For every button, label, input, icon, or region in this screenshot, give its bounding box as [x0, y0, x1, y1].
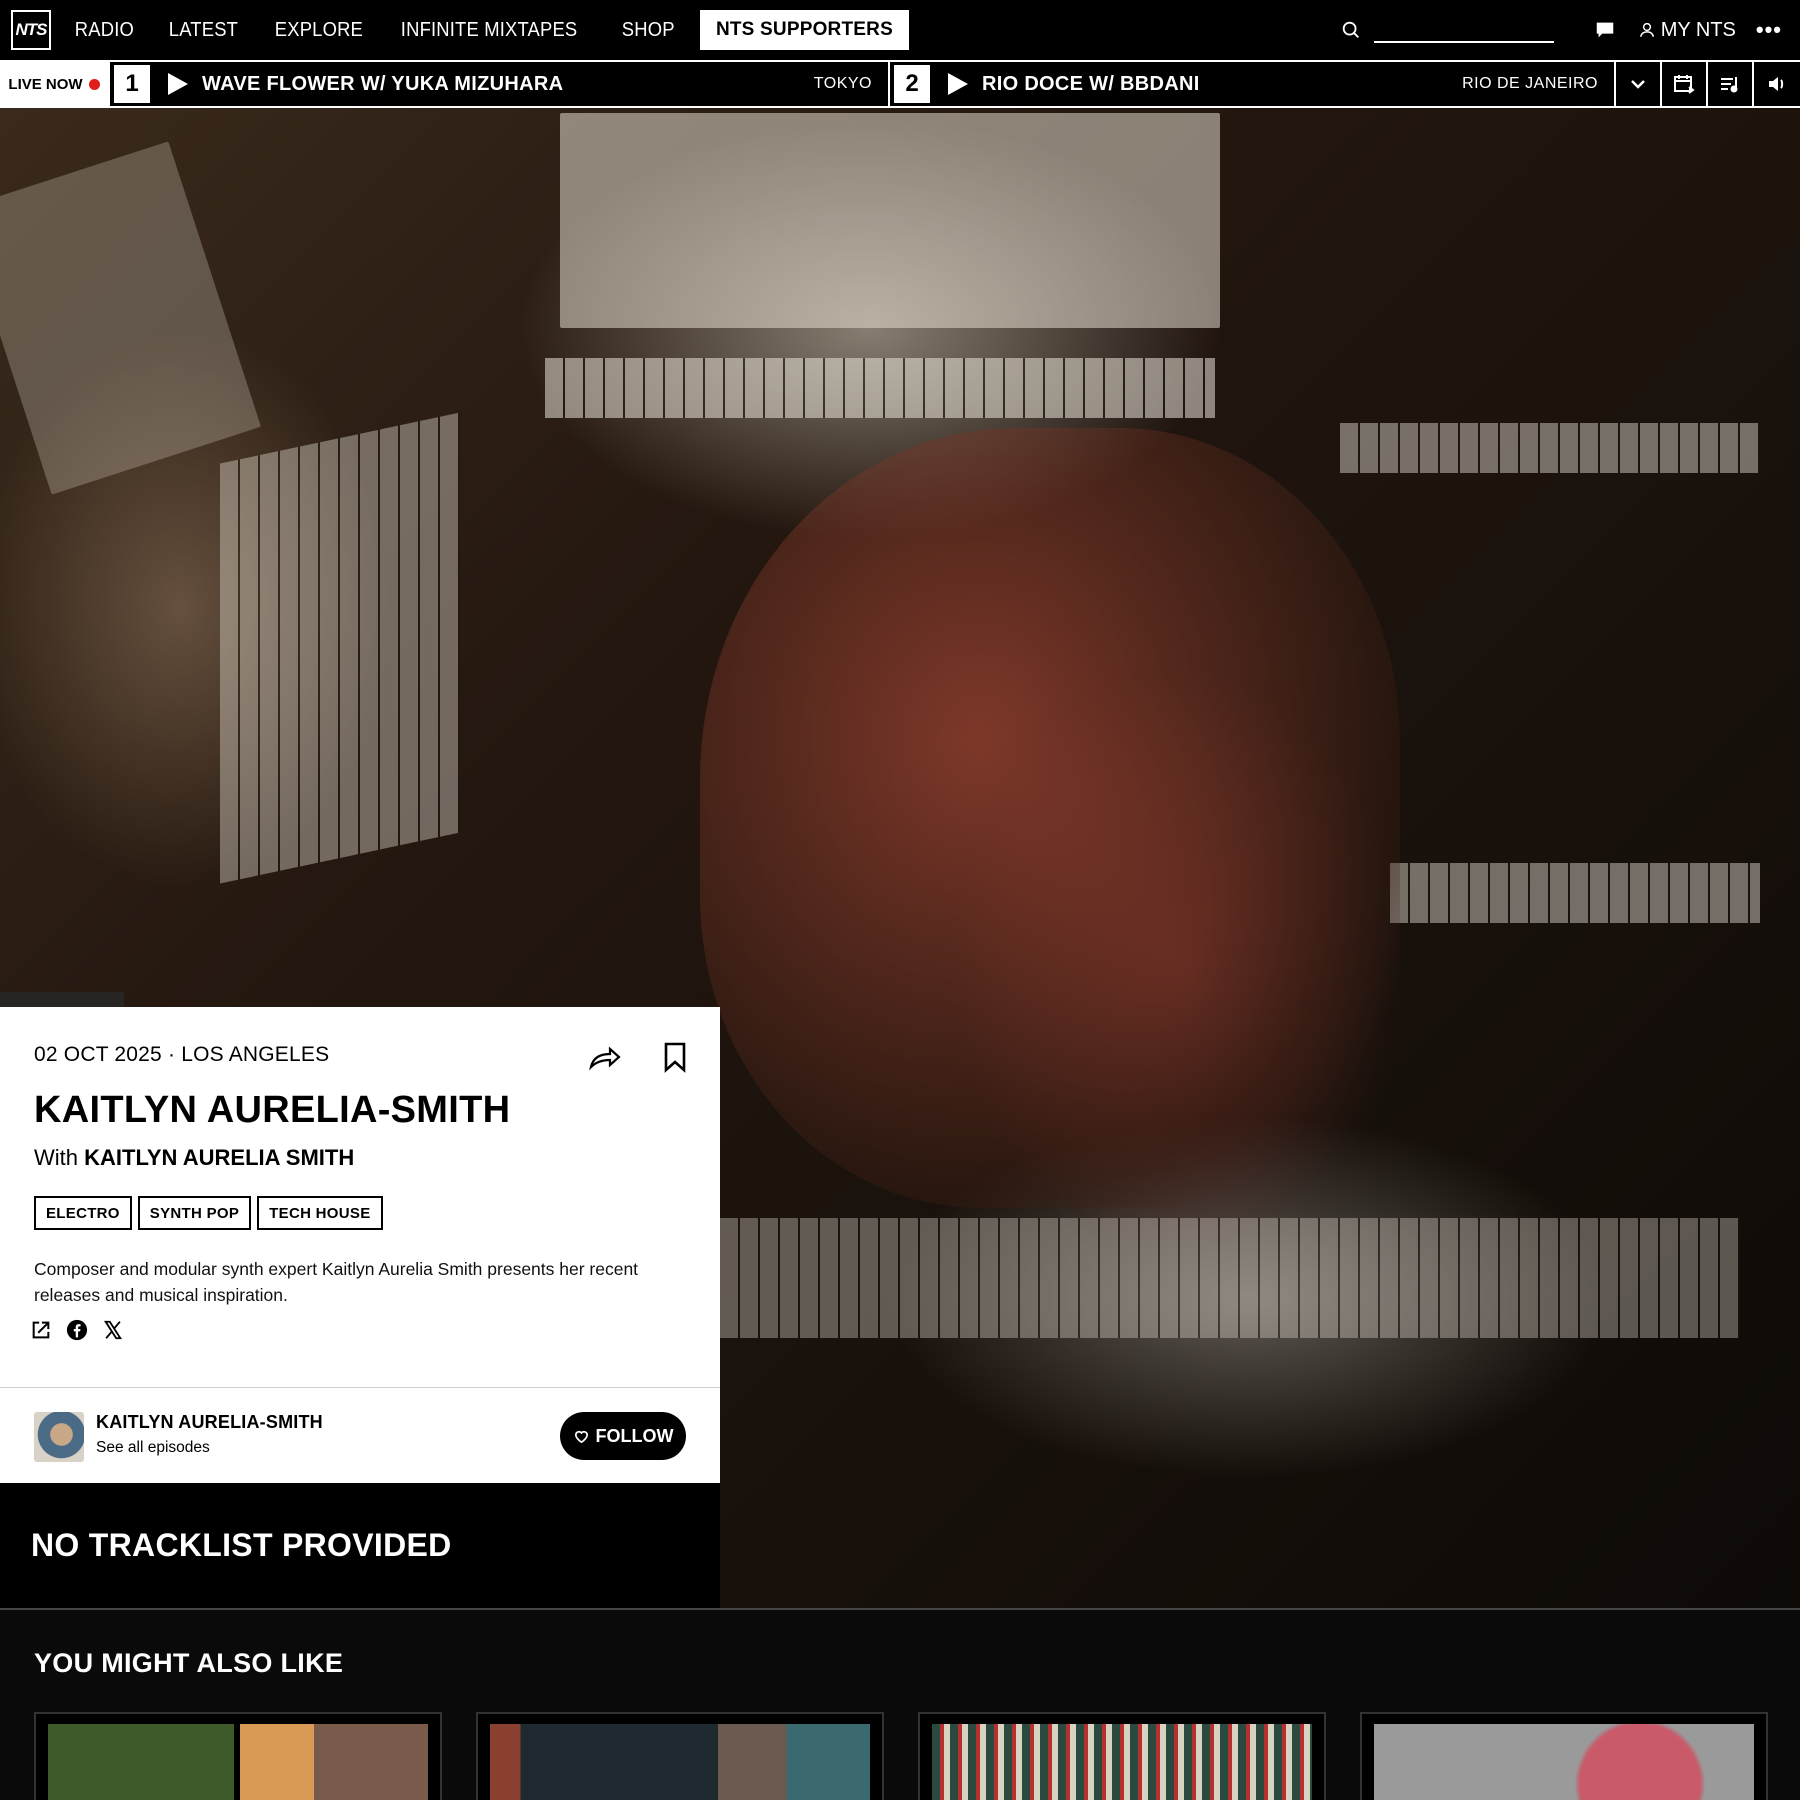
my-nts-label: MY NTS: [1660, 18, 1736, 41]
channel-number: 1: [114, 65, 150, 103]
episode-meta: 02 OCT 2025 · LOS ANGELES: [34, 1043, 329, 1067]
live-now-text: LIVE NOW: [8, 75, 83, 93]
nav-link-radio[interactable]: RADIO: [61, 19, 148, 42]
x-icon[interactable]: [102, 1319, 124, 1341]
episode-date: 02 OCT 2025: [34, 1043, 162, 1066]
host-row: KAITLYN AURELIA-SMITH See all episodes F…: [0, 1387, 720, 1483]
share-icon[interactable]: [588, 1043, 622, 1071]
search-icon[interactable]: [1340, 19, 1362, 41]
synth-keyboard: [720, 1218, 1740, 1338]
nts-logo[interactable]: NTS: [11, 10, 51, 50]
facebook-icon[interactable]: [66, 1319, 88, 1341]
speaker-icon: [1769, 77, 1784, 91]
nav-links: RADIO LATEST EXPLORE INFINITE MIXTAPES S…: [61, 0, 909, 60]
genre-tag[interactable]: ELECTRO: [34, 1196, 132, 1230]
nav-link-shop[interactable]: SHOP: [608, 19, 688, 42]
host-name[interactable]: KAITLYN AURELIA-SMITH: [96, 1412, 323, 1433]
synth-keyboard: [220, 412, 460, 884]
live-channel-2[interactable]: 2 RIO DOCE W/ BBDANI RIO DE JANEIRO: [890, 62, 1616, 106]
episode-title: KAITLYN AURELIA-SMITH: [34, 1089, 511, 1131]
recommendation-card[interactable]: [918, 1712, 1326, 1800]
recommendation-thumbnail: [932, 1724, 1312, 1800]
section-title: YOU MIGHT ALSO LIKE: [34, 1648, 344, 1678]
nav-link-explore[interactable]: EXPLORE: [261, 19, 377, 42]
with-prefix: With: [34, 1145, 78, 1170]
queue-button[interactable]: [1708, 62, 1754, 106]
channel-title: RIO DOCE W/ BBDANI: [982, 72, 1200, 95]
nav-link-infinite-mixtapes[interactable]: INFINITE MIXTAPES: [387, 19, 591, 42]
heart-icon: [574, 1430, 588, 1443]
live-indicator-dot: [88, 78, 100, 90]
synth-keyboard: [545, 358, 1215, 418]
user-icon: [1639, 22, 1654, 37]
episode-host-line: With KAITLYN AURELIA SMITH: [34, 1145, 354, 1171]
live-channel-1[interactable]: 1 WAVE FLOWER W/ YUKA MIZUHARA TOKYO: [110, 62, 890, 106]
meta-separator: ·: [167, 1043, 176, 1066]
live-bar: LIVE NOW 1 WAVE FLOWER W/ YUKA MIZUHARA …: [0, 60, 1800, 108]
chat-icon[interactable]: [1594, 19, 1616, 41]
search-input[interactable]: [1373, 17, 1554, 43]
recommendation-thumbnail: [1374, 1724, 1754, 1800]
volume-button[interactable]: [1754, 62, 1800, 106]
genre-tag[interactable]: TECH HOUSE: [257, 1196, 383, 1230]
channel-location: TOKYO: [813, 75, 872, 92]
top-navigation: NTS RADIO LATEST EXPLORE INFINITE MIXTAP…: [0, 0, 1800, 60]
follow-button[interactable]: FOLLOW: [560, 1412, 686, 1460]
recommendation-card[interactable]: [1360, 1712, 1768, 1800]
channel-title: WAVE FLOWER W/ YUKA MIZUHARA: [202, 72, 564, 95]
play-icon[interactable]: [168, 73, 188, 95]
my-nts-button[interactable]: MY NTS: [1638, 19, 1736, 42]
external-link-icon[interactable]: [30, 1319, 52, 1341]
calendar-icon: [1674, 75, 1695, 94]
follow-label: FOLLOW: [595, 1425, 674, 1446]
genre-tag[interactable]: SYNTH POP: [137, 1196, 252, 1230]
performer-figure: [700, 428, 1400, 1208]
modular-rack: [0, 141, 261, 495]
avatar[interactable]: [34, 1412, 84, 1462]
recommendation-card[interactable]: [34, 1712, 442, 1800]
schedule-button[interactable]: [1662, 62, 1708, 106]
play-icon[interactable]: [948, 73, 968, 95]
nav-right: MY NTS •••: [1340, 0, 1800, 60]
also-like-section: YOU MIGHT ALSO LIKE: [0, 1608, 1800, 1800]
more-options-icon[interactable]: •••: [1756, 17, 1782, 43]
genre-tags: ELECTRO SYNTH POP TECH HOUSE: [34, 1196, 383, 1230]
live-now-label: LIVE NOW: [0, 62, 110, 106]
synth-keyboard: [1390, 863, 1760, 923]
see-all-episodes-link[interactable]: See all episodes: [96, 1439, 210, 1457]
synth-panel: [560, 113, 1220, 328]
social-links: [30, 1319, 124, 1341]
episode-info-card: 02 OCT 2025 · LOS ANGELES KAITLYN AURELI…: [0, 1007, 720, 1387]
recommendation-thumbnail: [490, 1724, 870, 1800]
expand-live-button[interactable]: [1616, 62, 1662, 106]
channel-number: 2: [894, 65, 930, 103]
episode-description: Composer and modular synth expert Kaitly…: [34, 1259, 639, 1305]
tracklist-section: NO TRACKLIST PROVIDED: [0, 1483, 720, 1608]
nav-link-supporters[interactable]: NTS SUPPORTERS: [699, 10, 909, 50]
host-link[interactable]: KAITLYN AURELIA SMITH: [84, 1145, 354, 1170]
synth-keyboard: [1340, 423, 1760, 473]
bookmark-icon[interactable]: [662, 1041, 688, 1073]
recommendation-card[interactable]: [476, 1712, 884, 1800]
episode-location: LOS ANGELES: [181, 1043, 330, 1066]
nav-link-latest[interactable]: LATEST: [155, 19, 252, 42]
channel-location: RIO DE JANEIRO: [1462, 75, 1598, 92]
tracklist-title: NO TRACKLIST PROVIDED: [31, 1527, 452, 1563]
recommendation-thumbnail: [48, 1724, 428, 1800]
playlist-icon: [1721, 77, 1738, 93]
chevron-down-icon: [1631, 80, 1645, 89]
